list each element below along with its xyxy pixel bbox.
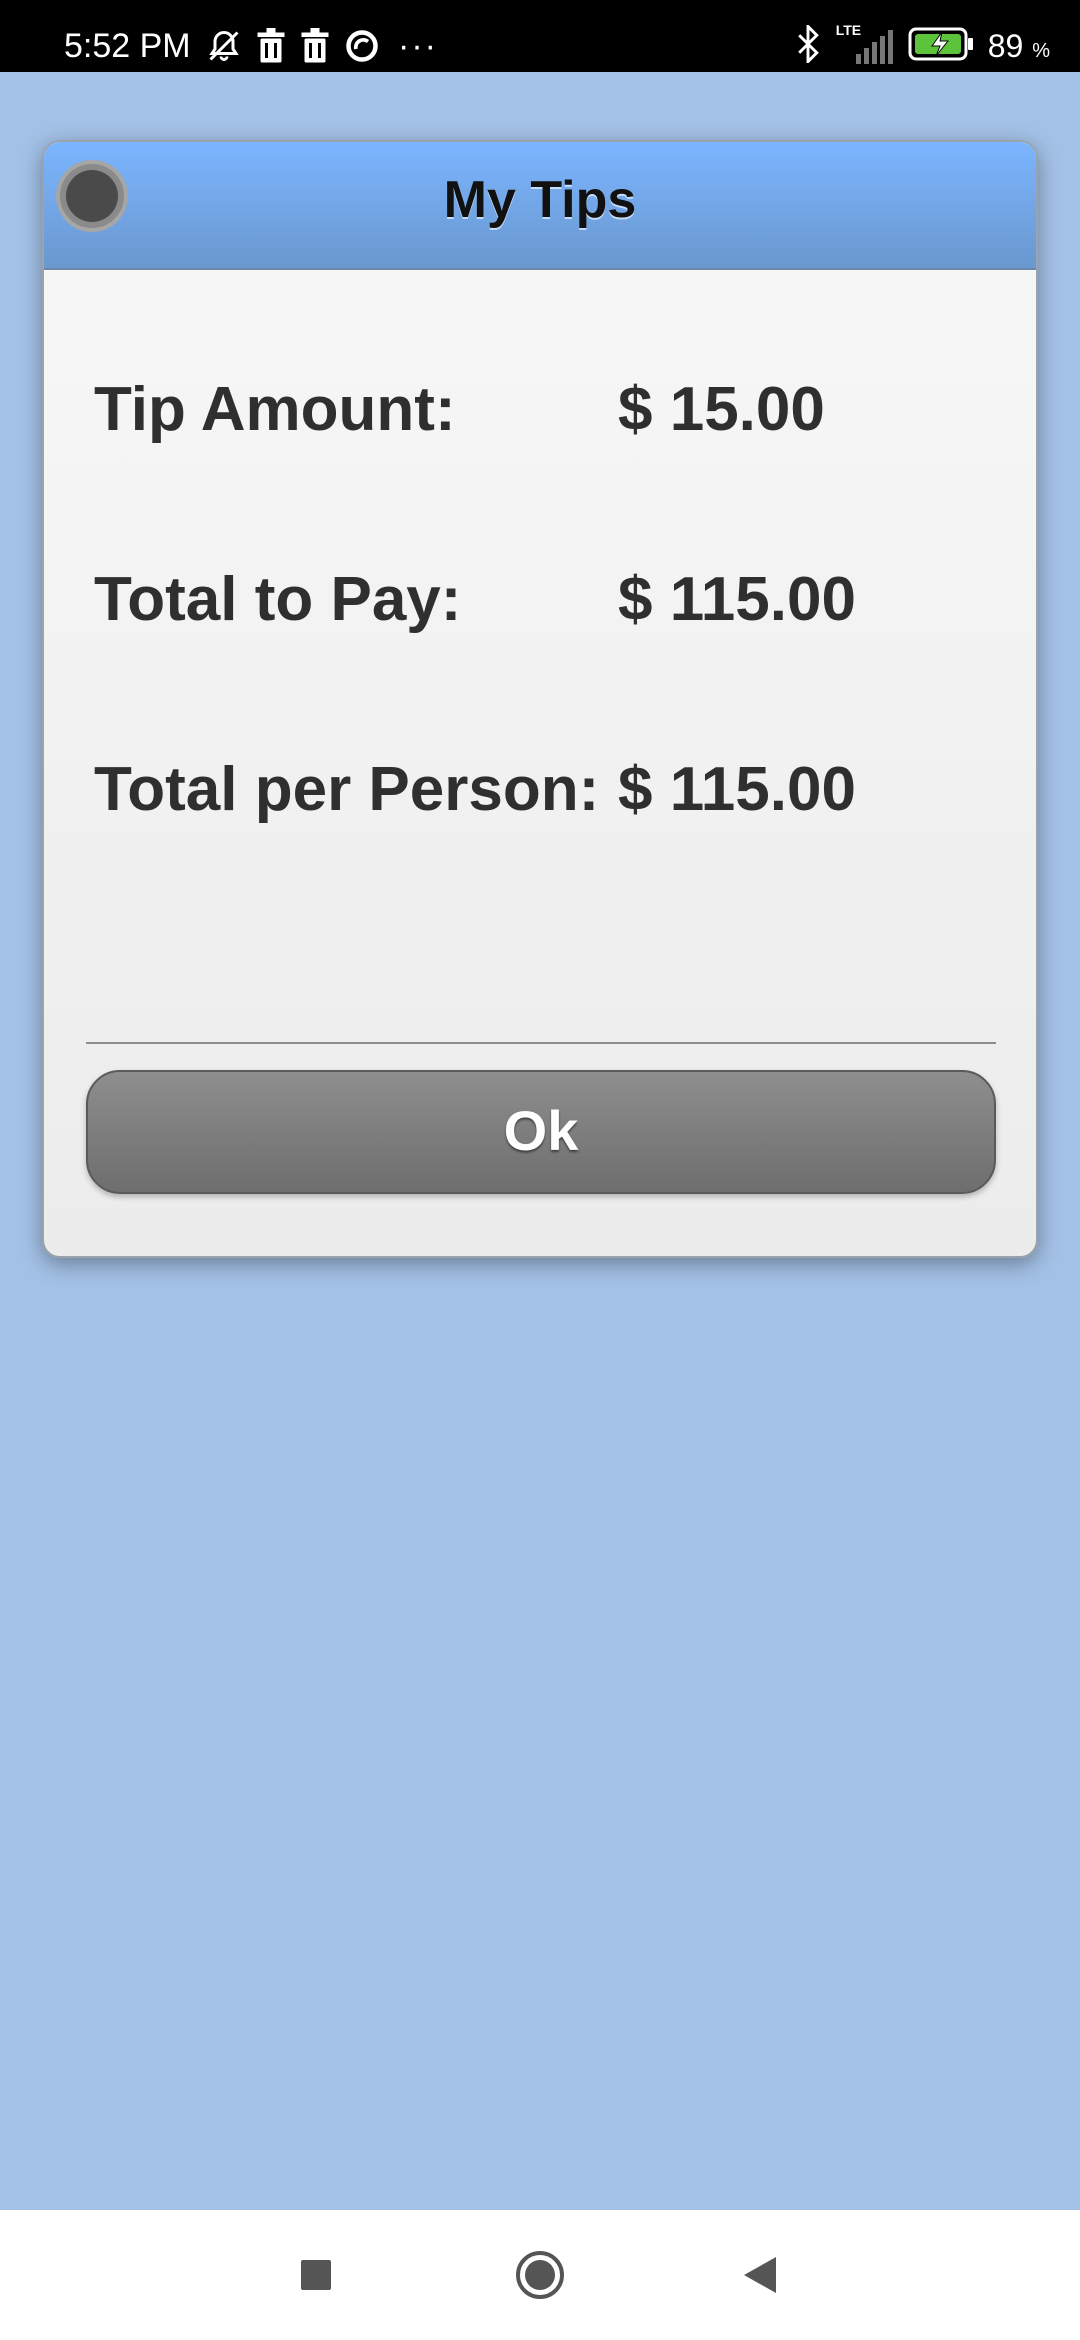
back-icon bbox=[744, 2257, 776, 2293]
dialog-title: My Tips bbox=[443, 171, 637, 229]
divider bbox=[86, 1042, 996, 1044]
total-to-pay-row: Total to Pay: $ 115.00 bbox=[94, 564, 994, 644]
total-per-person-label: Total per Person: bbox=[94, 755, 600, 824]
sync-icon bbox=[344, 28, 380, 64]
close-icon bbox=[66, 170, 118, 222]
navigation-bar bbox=[0, 2210, 1080, 2340]
overflow-indicator: ··· bbox=[398, 27, 438, 65]
tip-amount-label: Tip Amount: bbox=[94, 375, 456, 444]
back-button[interactable] bbox=[700, 2210, 820, 2340]
notifications-off-icon bbox=[206, 28, 242, 64]
ok-button[interactable]: Ok bbox=[86, 1070, 996, 1194]
status-time: 5:52 PM bbox=[64, 27, 191, 65]
trash-icon bbox=[300, 28, 330, 64]
close-button[interactable] bbox=[56, 160, 128, 232]
total-to-pay-value: $ 115.00 bbox=[618, 565, 856, 634]
status-right: LTE 89 % bbox=[796, 22, 1050, 68]
status-bar: 5:52 PM ··· LTE 89 % bbox=[0, 0, 1080, 72]
home-icon bbox=[516, 2251, 564, 2299]
battery-percent: 89 % bbox=[987, 27, 1050, 64]
trash-icon bbox=[256, 28, 286, 64]
recents-icon bbox=[301, 2260, 331, 2290]
battery-icon bbox=[908, 27, 974, 66]
recents-button[interactable] bbox=[256, 2210, 376, 2340]
total-to-pay-label: Total to Pay: bbox=[94, 565, 462, 634]
total-per-person-value: $ 115.00 bbox=[618, 755, 856, 824]
signal-icon: LTE bbox=[834, 22, 894, 66]
home-button[interactable] bbox=[480, 2210, 600, 2340]
total-per-person-row: Total per Person: $ 115.00 bbox=[94, 754, 994, 834]
bluetooth-icon bbox=[796, 22, 820, 68]
tip-amount-row: Tip Amount: $ 15.00 bbox=[94, 374, 994, 454]
status-left-icons: ··· bbox=[206, 28, 438, 64]
tip-amount-value: $ 15.00 bbox=[618, 375, 825, 444]
tips-dialog: My Tips Tip Amount: $ 15.00 Total to Pay… bbox=[42, 140, 1038, 1258]
